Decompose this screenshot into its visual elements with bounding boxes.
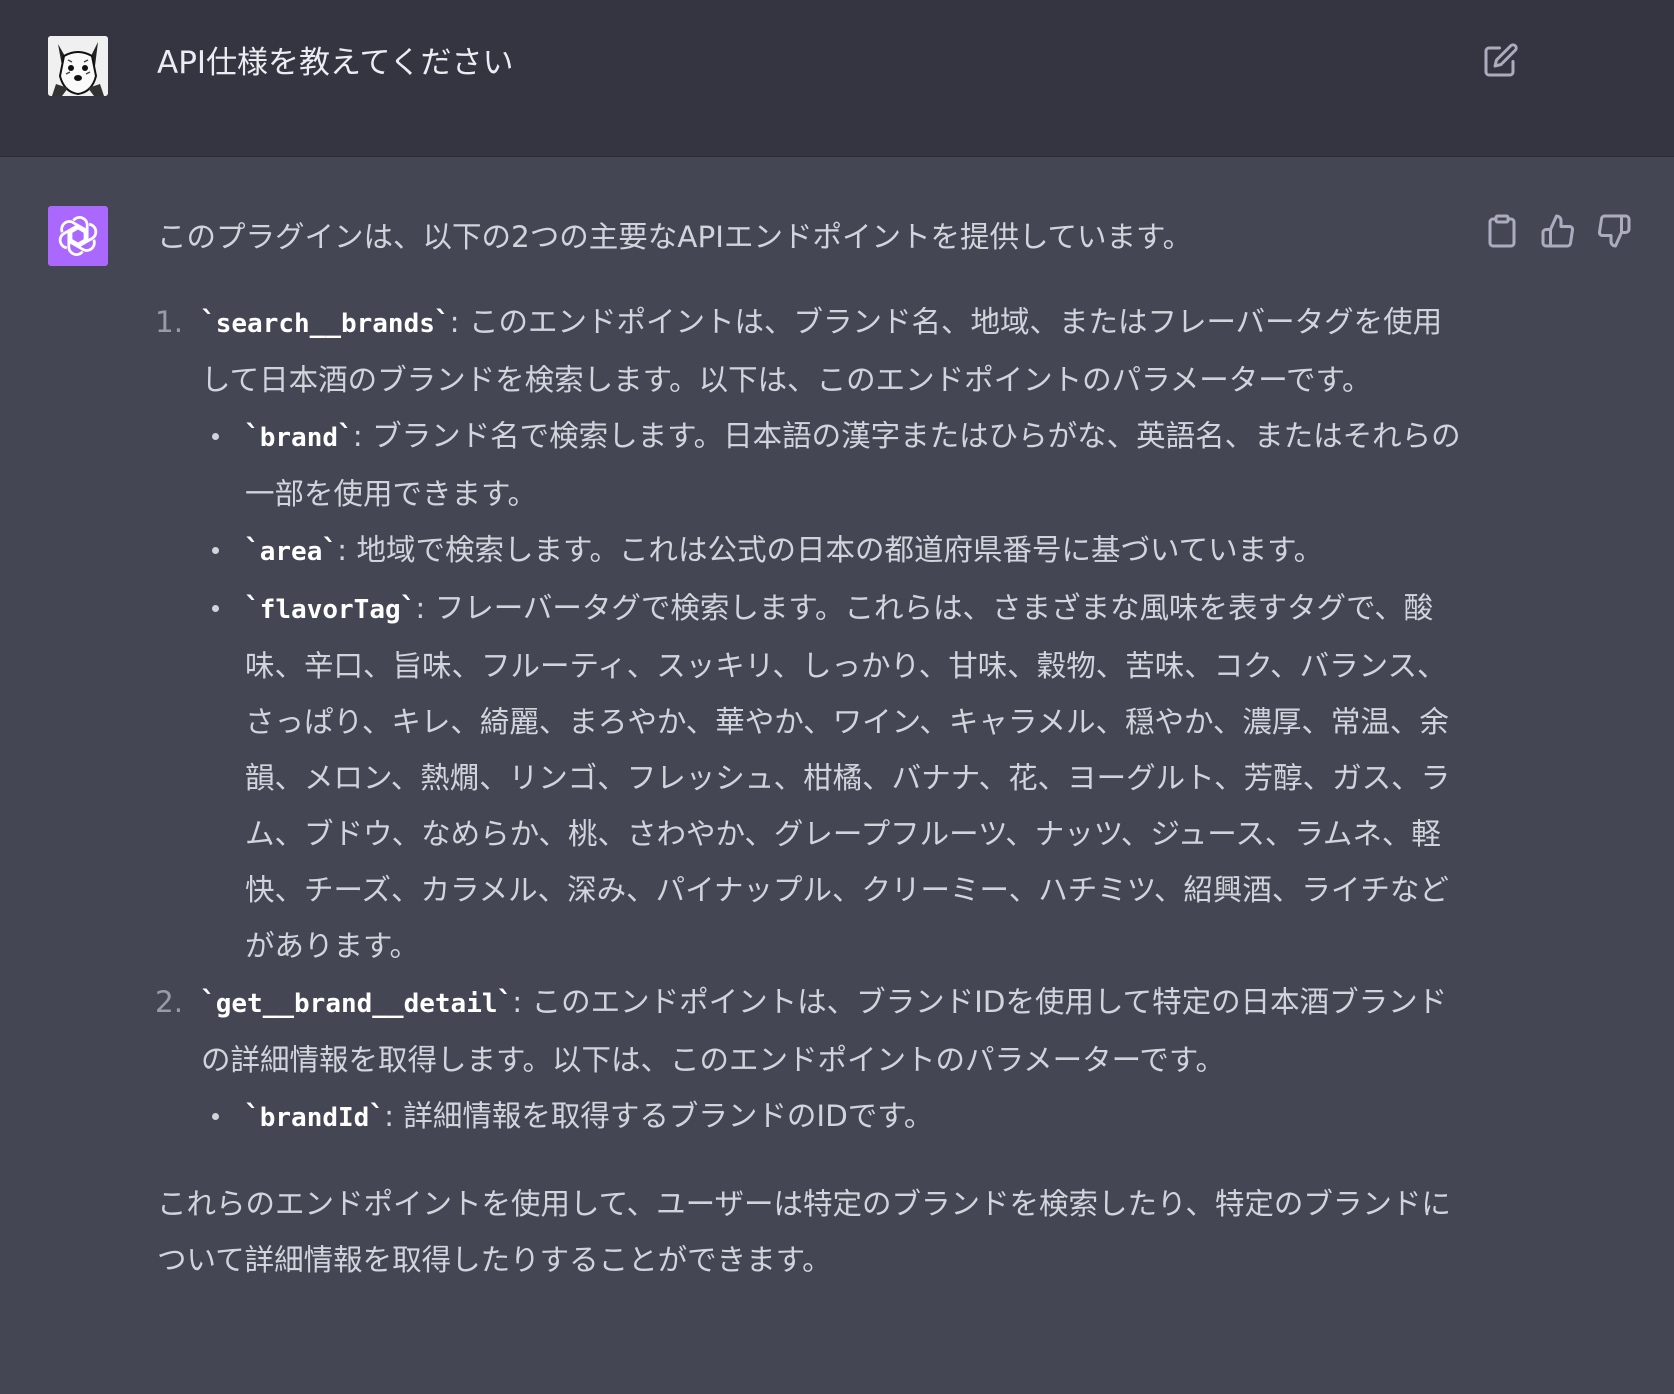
message-actions: [1484, 213, 1632, 249]
param-name: area: [259, 537, 323, 567]
endpoint-list: 1. `search__brands`: このエンドポイントは、ブランド名、地域…: [155, 294, 1467, 1146]
edit-icon: [1484, 43, 1518, 77]
intro-paragraph: このプラグインは、以下の2つの主要なAPIエンドポイントを提供しています。: [157, 220, 1193, 254]
assistant-avatar: [48, 206, 108, 266]
param-description: : フレーバータグで検索します。これらは、さまざまな風味を表すタグで、酸味、辛口…: [245, 591, 1451, 963]
thumbs-down-button[interactable]: [1596, 213, 1632, 249]
param-item: `brandId`: 詳細情報を取得するブランドのIDです。: [212, 1088, 1467, 1146]
param-description: : 詳細情報を取得するブランドのIDです。: [384, 1099, 934, 1133]
clipboard-icon: [1488, 214, 1516, 248]
assistant-message-row: このプラグインは、以下の2つの主要なAPIエンドポイントを提供しています。 1.…: [0, 157, 1674, 1394]
param-list: `brand`: ブランド名で検索します。日本語の漢字またはひらがな、英語名、ま…: [201, 408, 1467, 974]
param-item: `area`: 地域で検索します。これは公式の日本の都道府県番号に基づいています…: [212, 522, 1467, 580]
param-list: `brandId`: 詳細情報を取得するブランドのIDです。: [201, 1088, 1467, 1146]
copy-button[interactable]: [1484, 213, 1520, 249]
closing-paragraph: これらのエンドポイントを使用して、ユーザーは特定のブランドを検索したり、特定のブ…: [157, 1187, 1451, 1277]
openai-logo-icon: [58, 216, 98, 256]
list-number: 2.: [155, 985, 184, 1019]
endpoint-item: 2. `get__brand__detail`: このエンドポイントは、ブランド…: [155, 974, 1467, 1146]
param-item: `flavorTag`: フレーバータグで検索します。これらは、さまざまな風味を…: [212, 580, 1467, 974]
param-name: brand: [259, 423, 339, 453]
list-number: 1.: [155, 305, 184, 339]
param-item: `brand`: ブランド名で検索します。日本語の漢字またはひらがな、英語名、ま…: [212, 408, 1467, 522]
assistant-message-content: このプラグインは、以下の2つの主要なAPIエンドポイントを提供しています。 1.…: [155, 209, 1467, 1288]
user-avatar: [48, 36, 108, 96]
param-description: : ブランド名で検索します。日本語の漢字またはひらがな、英語名、またはそれらの一…: [245, 419, 1461, 511]
endpoint-item: 1. `search__brands`: このエンドポイントは、ブランド名、地域…: [155, 294, 1467, 974]
param-name: brandId: [259, 1103, 370, 1133]
thumbs-up-button[interactable]: [1540, 213, 1576, 249]
user-message-text: API仕様を教えてください: [157, 45, 514, 81]
param-name: flavorTag: [259, 595, 401, 625]
param-description: : 地域で検索します。これは公式の日本の都道府県番号に基づいています。: [337, 533, 1324, 567]
edit-message-button[interactable]: [1483, 42, 1519, 78]
thumbs-up-icon: [1541, 214, 1574, 248]
dog-avatar-icon: [48, 36, 108, 96]
thumbs-down-icon: [1598, 214, 1631, 248]
endpoint-name: get__brand__detail: [215, 989, 498, 1019]
endpoint-name: search__brands: [215, 309, 435, 339]
user-message-row: API仕様を教えてください: [0, 0, 1674, 157]
